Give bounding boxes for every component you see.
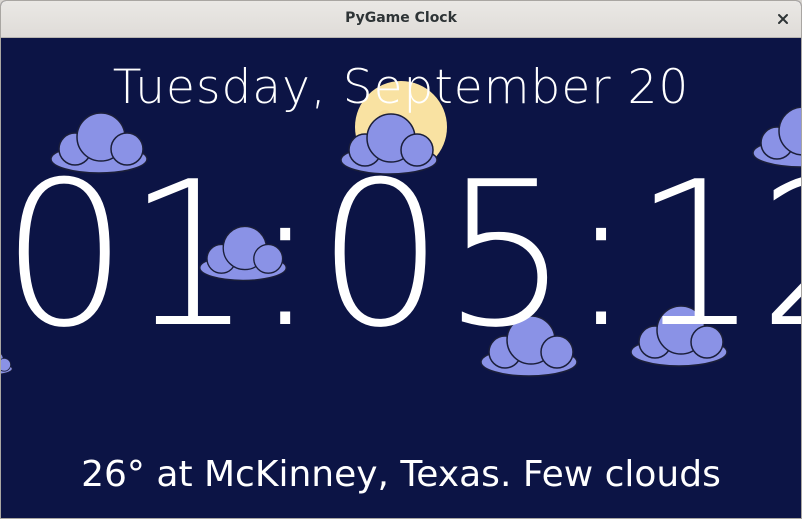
app-window: PyGame Clock Tuesday, September 20 01:05… — [0, 0, 802, 519]
close-button[interactable] — [771, 7, 795, 31]
close-icon — [778, 14, 788, 24]
window-title: PyGame Clock — [345, 10, 457, 26]
clock-canvas: Tuesday, September 20 01:05:12 26° at Mc… — [1, 38, 801, 518]
weather-label: 26° at McKinney, Texas. Few clouds — [81, 454, 721, 495]
title-bar[interactable]: PyGame Clock — [1, 1, 801, 38]
time-label: 01:05:12 — [1, 139, 801, 372]
